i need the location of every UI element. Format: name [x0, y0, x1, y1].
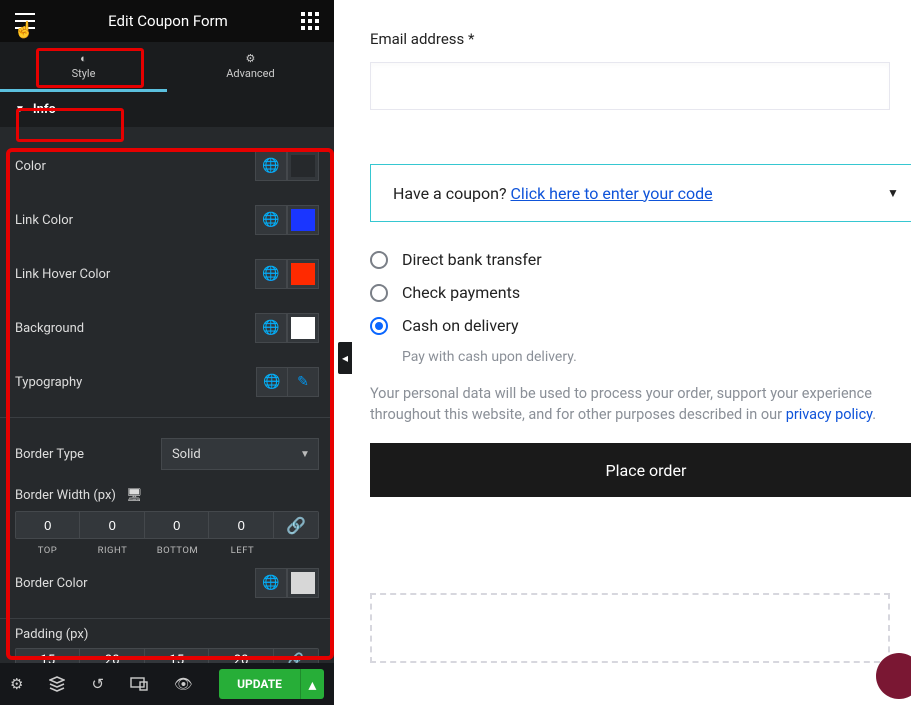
responsive-icon[interactable]	[130, 677, 148, 691]
caret-down-icon: ▼	[15, 104, 25, 115]
payment-check[interactable]: Check payments	[370, 283, 911, 302]
place-order-button[interactable]: Place order	[370, 443, 911, 497]
email-label: Email address *	[370, 30, 911, 48]
row-color: Color 🌐	[15, 139, 319, 193]
radio-icon	[370, 251, 388, 269]
label-border-type: Border Type	[15, 447, 84, 462]
style-icon: ◐	[80, 52, 87, 65]
panel-header: ☝ Edit Coupon Form	[0, 0, 334, 42]
preview-area: Email address * Have a coupon? Click her…	[334, 0, 911, 705]
label-link-color: Link Color	[15, 213, 73, 228]
privacy-link[interactable]: privacy policy	[786, 406, 873, 423]
settings-icon[interactable]: ⚙	[10, 675, 23, 693]
preview-icon[interactable]: 👁	[174, 675, 193, 693]
panel-footer: ⚙ ↺ 👁 UPDATE ▴	[0, 663, 334, 705]
globe-icon[interactable]: 🌐	[255, 568, 287, 598]
border-type-value: Solid	[172, 447, 201, 462]
border-width-inputs: 🔗	[15, 511, 319, 539]
row-link-hover-color: Link Hover Color 🌐	[15, 247, 319, 301]
divider	[0, 417, 334, 418]
radio-icon	[370, 284, 388, 302]
email-input[interactable]	[370, 62, 890, 110]
link-values-icon[interactable]: 🔗	[274, 512, 318, 538]
collapse-panel-handle[interactable]: ◂	[338, 342, 352, 374]
row-link-color: Link Color 🌐	[15, 193, 319, 247]
gear-icon: ⚙	[246, 52, 256, 65]
payment-options: Direct bank transfer Check payments Cash…	[370, 250, 911, 365]
section-body: Color 🌐 Link Color 🌐 Link Hover Color 🌐 …	[0, 127, 334, 663]
border-width-left[interactable]	[209, 512, 273, 538]
tab-advanced[interactable]: ⚙ Advanced	[167, 42, 334, 92]
coupon-link[interactable]: Click here to enter your code	[511, 184, 713, 203]
update-dropdown[interactable]: ▴	[300, 669, 324, 699]
section-info-label: Info	[33, 102, 56, 117]
payment-check-label: Check payments	[402, 283, 520, 302]
update-button-group: UPDATE ▴	[219, 669, 324, 699]
editor-panel: ☝ Edit Coupon Form ◐ Style ⚙ Advanced ▼ …	[0, 0, 334, 705]
widget-placeholder[interactable]	[370, 593, 890, 663]
label-color: Color	[15, 159, 46, 174]
mode-tabs: ◐ Style ⚙ Advanced	[0, 42, 334, 92]
section-info-header[interactable]: ▼ Info	[0, 92, 334, 127]
label-padding: Padding (px)	[15, 627, 319, 642]
radio-icon	[370, 317, 388, 335]
link-values-icon[interactable]: 🔗	[274, 649, 318, 663]
history-icon[interactable]: ↺	[91, 675, 104, 693]
border-width-headers: TOP RIGHT BOTTOM LEFT	[15, 545, 319, 556]
row-typography: Typography 🌐 ✎	[15, 355, 319, 409]
padding-inputs: 15 20 15 20 🔗	[15, 648, 319, 663]
padding-bottom[interactable]: 15	[145, 649, 209, 663]
globe-icon[interactable]: 🌐	[255, 259, 287, 289]
border-width-right[interactable]	[80, 512, 144, 538]
payment-bank[interactable]: Direct bank transfer	[370, 250, 911, 269]
border-type-select[interactable]: Solid	[161, 438, 319, 470]
divider	[0, 618, 334, 619]
row-border-color: Border Color 🌐	[15, 556, 319, 610]
tab-style-label: Style	[72, 67, 96, 80]
coupon-toggle[interactable]: Have a coupon? Click here to enter your …	[370, 164, 911, 222]
link-color-swatch[interactable]	[287, 205, 319, 235]
payment-bank-label: Direct bank transfer	[402, 250, 542, 269]
background-swatch[interactable]	[287, 313, 319, 343]
link-hover-swatch[interactable]	[287, 259, 319, 289]
tab-advanced-label: Advanced	[226, 67, 274, 80]
globe-icon[interactable]: 🌐	[255, 205, 287, 235]
update-button[interactable]: UPDATE	[219, 669, 300, 699]
coupon-text: Have a coupon? Click here to enter your …	[393, 184, 713, 203]
globe-icon[interactable]: 🌐	[255, 151, 287, 181]
payment-cod-desc: Pay with cash upon delivery.	[402, 349, 911, 365]
padding-top[interactable]: 15	[16, 649, 80, 663]
privacy-text: Your personal data will be used to proce…	[370, 383, 910, 425]
label-link-hover-color: Link Hover Color	[15, 267, 110, 282]
globe-icon[interactable]: 🌐	[256, 367, 288, 397]
border-color-swatch[interactable]	[287, 568, 319, 598]
chevron-down-icon: ▼	[887, 186, 899, 200]
navigator-icon[interactable]	[49, 676, 65, 692]
edit-typography-button[interactable]: ✎	[287, 367, 319, 397]
apps-icon[interactable]	[301, 12, 319, 30]
panel-title: Edit Coupon Form	[35, 12, 301, 30]
padding-left[interactable]: 20	[209, 649, 273, 663]
brand-badge[interactable]	[876, 653, 911, 699]
row-background: Background 🌐	[15, 301, 319, 355]
border-width-top[interactable]	[16, 512, 80, 538]
border-width-bottom[interactable]	[145, 512, 209, 538]
desktop-icon[interactable]: 🖥	[126, 488, 143, 503]
label-typography: Typography	[15, 375, 82, 390]
row-border-type: Border Type Solid	[15, 426, 319, 482]
color-swatch[interactable]	[287, 151, 319, 181]
globe-icon[interactable]: 🌐	[255, 313, 287, 343]
label-background: Background	[15, 321, 84, 336]
payment-cod-label: Cash on delivery	[402, 316, 519, 335]
label-border-color: Border Color	[15, 576, 88, 591]
tab-style[interactable]: ◐ Style	[0, 42, 167, 92]
label-border-width: Border Width (px) 🖥	[15, 488, 319, 503]
menu-icon[interactable]	[15, 13, 35, 29]
padding-right[interactable]: 20	[80, 649, 144, 663]
payment-cod[interactable]: Cash on delivery	[370, 316, 911, 335]
